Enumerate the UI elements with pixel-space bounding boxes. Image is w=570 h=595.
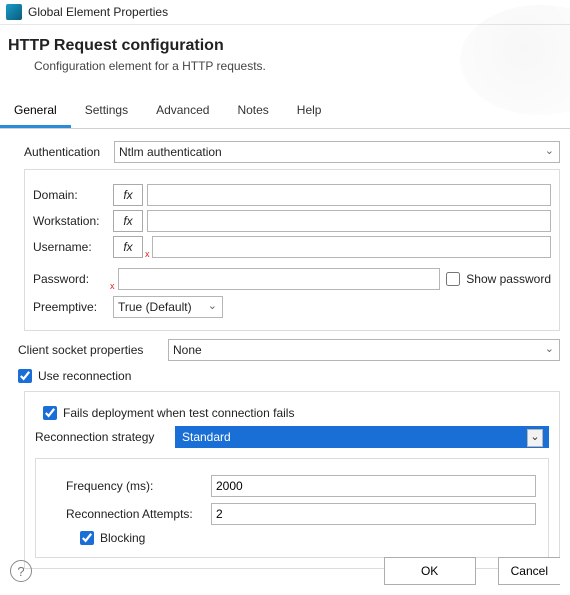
tab-advanced[interactable]: Advanced <box>142 95 223 128</box>
username-input[interactable] <box>152 236 552 258</box>
ok-button[interactable]: OK <box>384 557 476 585</box>
authentication-value: Ntlm authentication <box>114 141 560 163</box>
frequency-input[interactable] <box>211 475 536 497</box>
tab-help[interactable]: Help <box>283 95 336 128</box>
use-reconnection-input[interactable] <box>18 369 32 383</box>
reconnection-strategy-select[interactable]: Standard <box>175 426 549 448</box>
client-socket-label: Client socket properties <box>18 343 168 357</box>
dialog-header: HTTP Request configuration Configuration… <box>0 25 570 81</box>
use-reconnection-checkbox[interactable]: Use reconnection <box>18 369 131 383</box>
blocking-label: Blocking <box>100 531 145 545</box>
reconnection-panel: Fails deployment when test connection fa… <box>24 391 560 569</box>
attempts-label: Reconnection Attempts: <box>66 507 211 521</box>
authentication-label: Authentication <box>24 145 114 159</box>
authentication-select[interactable]: Ntlm authentication <box>114 141 560 163</box>
show-password-checkbox[interactable]: Show password <box>446 272 551 286</box>
fails-deployment-input[interactable] <box>43 406 57 420</box>
tab-notes[interactable]: Notes <box>223 95 282 128</box>
fx-button-workstation[interactable]: fx <box>113 210 143 232</box>
workstation-input[interactable] <box>147 210 551 232</box>
attempts-input[interactable] <box>211 503 536 525</box>
frequency-label: Frequency (ms): <box>66 479 211 493</box>
cancel-button[interactable]: Cancel <box>498 557 560 585</box>
tab-settings[interactable]: Settings <box>71 95 142 128</box>
fx-button-domain[interactable]: fx <box>113 184 143 206</box>
client-socket-value: None <box>168 339 560 361</box>
client-socket-select[interactable]: None <box>168 339 560 361</box>
help-icon[interactable]: ? <box>10 560 32 582</box>
auth-fieldset: Domain: fx Workstation: fx Username: fx … <box>24 169 560 331</box>
fx-button-username[interactable]: fx <box>113 236 143 258</box>
preemptive-value: True (Default) <box>113 296 223 318</box>
fails-deployment-checkbox[interactable]: Fails deployment when test connection fa… <box>43 406 294 420</box>
show-password-input[interactable] <box>446 272 460 286</box>
blocking-checkbox[interactable]: Blocking <box>80 531 145 545</box>
blocking-input[interactable] <box>80 531 94 545</box>
tab-general[interactable]: General <box>0 95 71 128</box>
general-panel: Authentication Ntlm authentication Domai… <box>0 129 570 575</box>
reconnection-details: Frequency (ms): Reconnection Attempts: B… <box>35 458 549 558</box>
app-icon <box>6 4 22 20</box>
fails-deployment-label: Fails deployment when test connection fa… <box>63 406 294 420</box>
window-title: Global Element Properties <box>28 5 168 19</box>
show-password-label: Show password <box>466 272 551 286</box>
workstation-label: Workstation: <box>33 214 113 228</box>
use-reconnection-label: Use reconnection <box>38 369 131 383</box>
username-error-icon: x <box>145 249 150 259</box>
reconnection-strategy-value: Standard <box>175 426 549 448</box>
preemptive-label: Preemptive: <box>33 300 113 314</box>
preemptive-select[interactable]: True (Default) <box>113 296 223 318</box>
dialog-footer: ? OK Cancel <box>0 557 570 585</box>
password-label: Password: <box>33 272 113 286</box>
password-error-icon: x <box>110 281 115 291</box>
reconnection-strategy-label: Reconnection strategy <box>35 430 175 444</box>
domain-input[interactable] <box>147 184 551 206</box>
domain-label: Domain: <box>33 188 113 202</box>
password-input[interactable] <box>118 268 441 290</box>
username-label: Username: <box>33 240 113 254</box>
